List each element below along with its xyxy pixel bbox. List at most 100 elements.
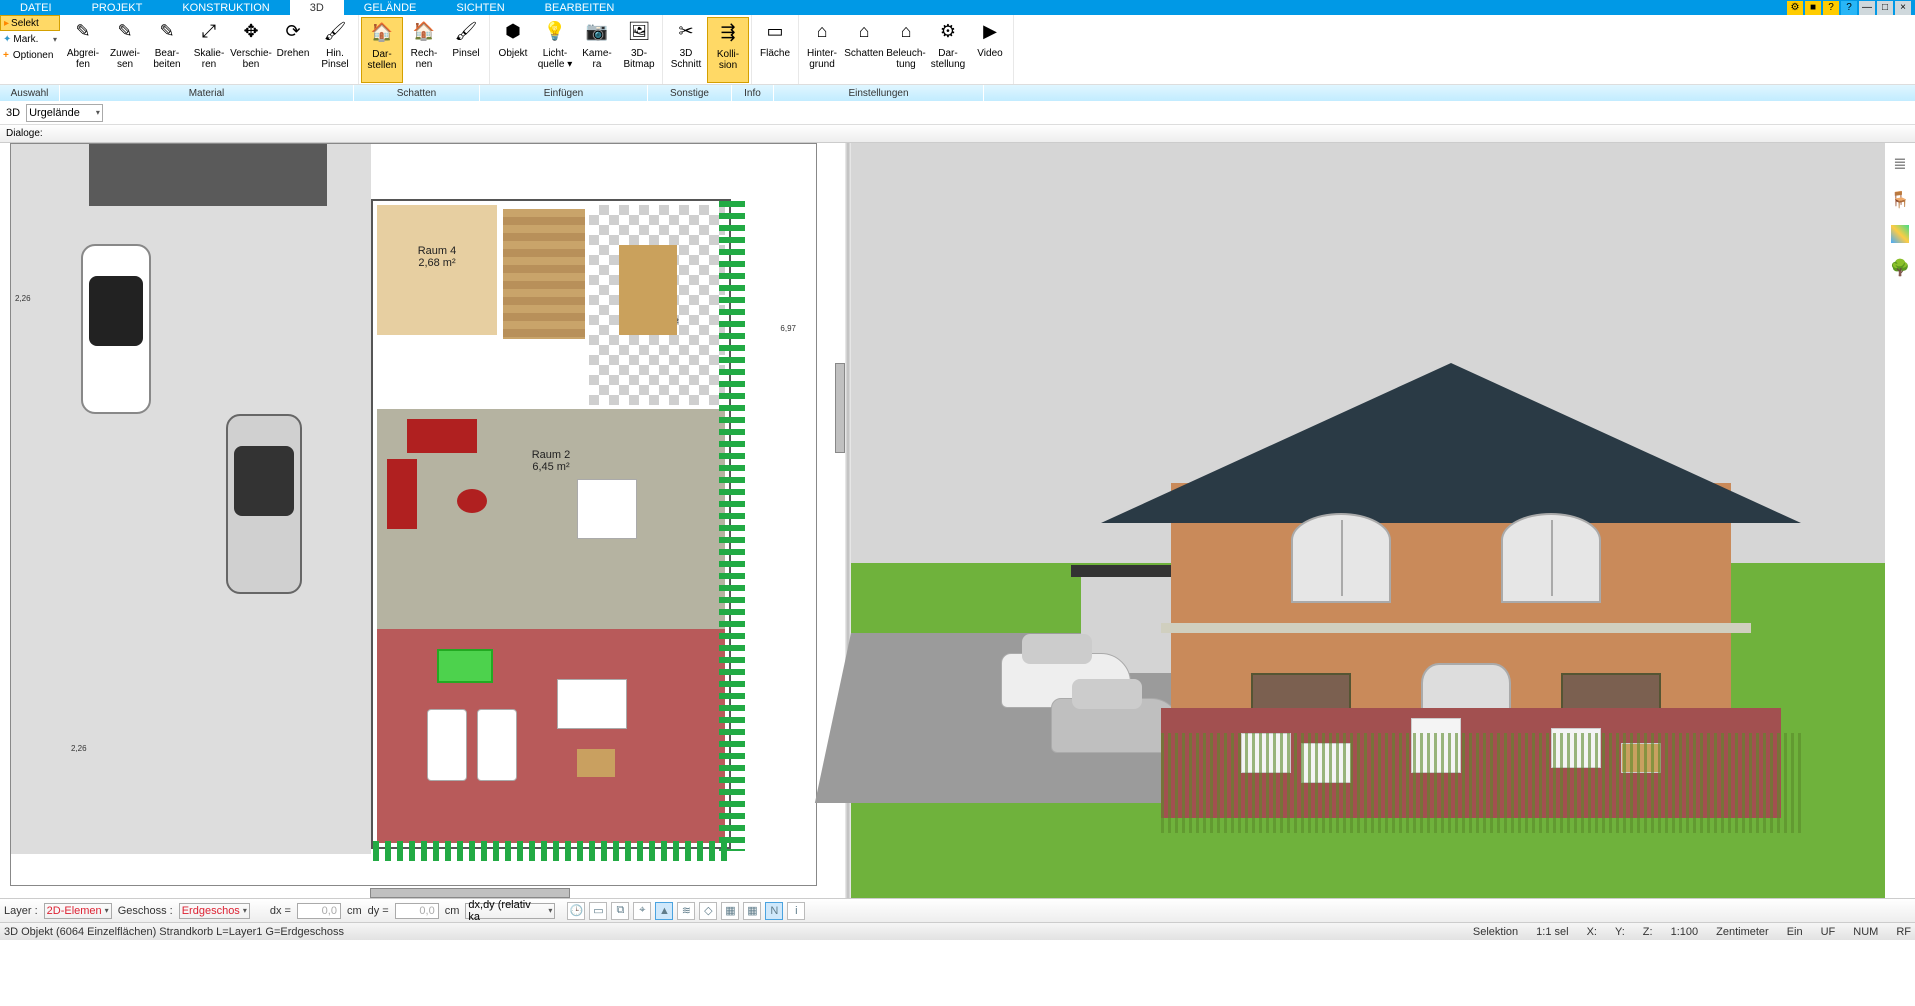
room-4[interactable]: Raum 42,68 m²	[377, 205, 497, 335]
materials-icon[interactable]	[1891, 225, 1909, 243]
sofa-red-1[interactable]	[407, 419, 477, 453]
dy-label: dy =	[368, 905, 389, 917]
screen-icon[interactable]: ▭	[589, 902, 607, 920]
room-2[interactable]: Raum 26,45 m²	[377, 409, 725, 629]
layer-vis-icon[interactable]: ≋	[677, 902, 695, 920]
titlebar-icon-2[interactable]: ■	[1805, 1, 1821, 15]
lounger-2[interactable]	[477, 709, 517, 781]
link-icon[interactable]: ⧉	[611, 902, 629, 920]
flaeche-button[interactable]: ▭Fläche	[754, 17, 796, 83]
help-icon[interactable]: ?	[1841, 1, 1857, 15]
planting-3d	[1161, 733, 1801, 833]
titlebar-icon-3[interactable]: ?	[1823, 1, 1839, 15]
bearbeiten-button[interactable]: ✎Bear-beiten	[146, 17, 188, 83]
snap-icon[interactable]: ⌖	[633, 902, 651, 920]
layers-icon[interactable]: ≣	[1889, 153, 1911, 175]
beleuchtung-button[interactable]: ⌂Beleuch-tung	[885, 17, 927, 83]
darstellen-button[interactable]: 🏠Dar-stellen	[361, 17, 403, 83]
snap-on-icon[interactable]: ▲	[655, 902, 673, 920]
beanbag-red[interactable]	[457, 489, 487, 513]
area-icon: ▭	[762, 19, 788, 45]
minimize-icon[interactable]: —	[1859, 1, 1875, 15]
tab-datei[interactable]: DATEI	[0, 0, 72, 15]
kollision-button[interactable]: ⇶Kolli-sion	[707, 17, 749, 83]
beach-chair[interactable]	[437, 649, 493, 683]
balcony	[1161, 623, 1751, 633]
grid-icon-2[interactable]: ▦	[743, 902, 761, 920]
dy-input[interactable]	[395, 903, 439, 919]
darstellung-button[interactable]: ⚙Dar-stellung	[927, 17, 969, 83]
tab-gelaende[interactable]: GELÄNDE	[344, 0, 437, 15]
ribbon-group-labels: Auswahl Material Schatten Einfügen Sonst…	[0, 85, 1915, 101]
dy-unit: cm	[445, 905, 460, 917]
geschoss-select[interactable]: Erdgeschos	[179, 903, 250, 919]
schatten-settings-button[interactable]: ⌂Schatten	[843, 17, 885, 83]
table-white[interactable]	[577, 479, 637, 539]
room-3[interactable]: Raum 325,90 m²	[589, 205, 725, 405]
zuweisen-button[interactable]: ✎Zuwei-sen	[104, 17, 146, 83]
tab-sichten[interactable]: SICHTEN	[436, 0, 524, 15]
eyedropper-icon: ✎	[70, 19, 96, 45]
close-icon[interactable]: ×	[1895, 1, 1911, 15]
floorplan-canvas[interactable]: Raum 120,11 m² Raum 42,68 m² Raum 325,90…	[10, 143, 817, 886]
abgreifen-button[interactable]: ✎Abgrei-fen	[62, 17, 104, 83]
rechnen-button[interactable]: 🏠Rech-nen	[403, 17, 445, 83]
right-sidebar: ≣ 🪑 🌳	[1885, 143, 1915, 898]
patio-table[interactable]	[557, 679, 627, 729]
staircase[interactable]	[503, 209, 585, 339]
side-table[interactable]	[577, 749, 615, 777]
objekt-button[interactable]: ⬢Objekt	[492, 17, 534, 83]
layer-label: Layer :	[4, 905, 38, 917]
layer-select[interactable]: 2D-Elemen	[44, 903, 112, 919]
brush-icon: 🖌	[322, 19, 348, 45]
hintergrund-button[interactable]: ⌂Hinter-grund	[801, 17, 843, 83]
tree-icon[interactable]: 🌳	[1889, 257, 1911, 279]
terrace[interactable]	[377, 629, 725, 843]
house-3d[interactable]	[1171, 363, 1731, 763]
status-selection: Selektion	[1473, 926, 1518, 938]
optionen-button[interactable]: Optionen	[0, 47, 60, 63]
tab-projekt[interactable]: PROJEKT	[72, 0, 163, 15]
video-button[interactable]: ▶Video	[969, 17, 1011, 83]
3d-schnitt-button[interactable]: ✂3DSchnitt	[665, 17, 707, 83]
horizontal-scrollbar[interactable]	[370, 888, 570, 898]
coord-mode-select[interactable]: dx,dy (relativ ka	[465, 903, 555, 919]
material-label: Material	[60, 85, 354, 101]
tab-3d[interactable]: 3D	[290, 0, 344, 15]
mark-dropdown[interactable]: ✦Mark.▾	[0, 31, 60, 47]
furniture-icon[interactable]: 🪑	[1889, 189, 1911, 211]
vertical-scrollbar[interactable]	[835, 363, 845, 453]
sonstige-label: Sonstige	[648, 85, 732, 101]
kamera-button[interactable]: 📷Kame-ra	[576, 17, 618, 83]
titlebar-icon-1[interactable]: ⚙	[1787, 1, 1803, 15]
grid-icon-1[interactable]: ▦	[721, 902, 739, 920]
hin-pinsel-button[interactable]: 🖌Hin.Pinsel	[314, 17, 356, 83]
car-white[interactable]	[81, 244, 151, 414]
schatten-pinsel-button[interactable]: 🖌Pinsel	[445, 17, 487, 83]
dx-input[interactable]	[297, 903, 341, 919]
window-upper-right	[1501, 513, 1601, 603]
selekt-button[interactable]: ▸Selekt	[0, 15, 60, 31]
dining-table[interactable]	[619, 245, 677, 335]
maximize-icon[interactable]: □	[1877, 1, 1893, 15]
floorplan-pane[interactable]: Raum 120,11 m² Raum 42,68 m² Raum 325,90…	[0, 143, 845, 898]
clock-icon[interactable]: 🕒	[567, 902, 585, 920]
verschieben-button[interactable]: ✥Verschie-ben	[230, 17, 272, 83]
info-toggle-icon[interactable]: i	[787, 902, 805, 920]
main-workspace: Raum 120,11 m² Raum 42,68 m² Raum 325,90…	[0, 143, 1915, 898]
sofa-red-2[interactable]	[387, 459, 417, 529]
layer-dropdown[interactable]: Urgelände	[26, 104, 103, 122]
dimension: 2,26	[15, 294, 31, 303]
tab-bearbeiten[interactable]: BEARBEITEN	[525, 0, 635, 15]
car-gray[interactable]	[226, 414, 302, 594]
lounger-1[interactable]	[427, 709, 467, 781]
drehen-button[interactable]: ⟳Drehen	[272, 17, 314, 83]
skalieren-button[interactable]: ⤢Skalie-ren	[188, 17, 230, 83]
north-icon[interactable]: N	[765, 902, 783, 920]
3d-bitmap-button[interactable]: 🖼3D-Bitmap	[618, 17, 660, 83]
3d-view-pane[interactable]: ≣ 🪑 🌳	[851, 143, 1915, 898]
lichtquelle-button[interactable]: 💡Licht-quelle ▾	[534, 17, 576, 83]
ortho-icon[interactable]: ◇	[699, 902, 717, 920]
view-bar: 3D Urgelände	[0, 101, 1915, 125]
tab-konstruktion[interactable]: KONSTRUKTION	[162, 0, 289, 15]
